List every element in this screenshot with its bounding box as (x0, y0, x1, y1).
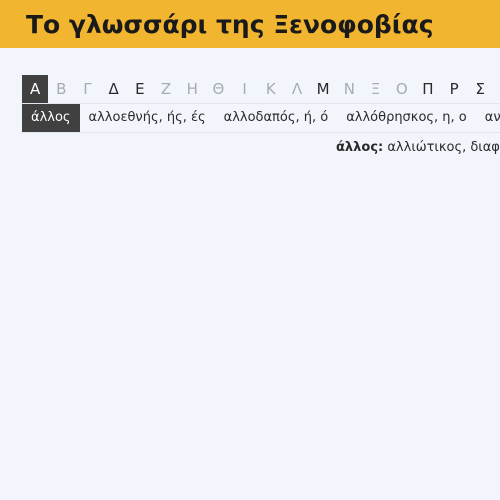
alphabet-letter: Θ (212, 80, 225, 98)
alphabet-nav: ΑΒΓΔΕΖΗΘΙΚΛΜΝΞΟΠΡΣ (22, 75, 500, 103)
alphabet-letter[interactable]: Ε (127, 75, 153, 103)
word-tab[interactable]: άλλος (22, 104, 80, 132)
alphabet-letter[interactable]: Μ (310, 75, 336, 103)
alphabet-letter[interactable]: Α (22, 75, 49, 103)
word-list-divider (22, 132, 500, 133)
alphabet-letter: Ζ (160, 80, 172, 98)
alphabet-letter: Ξ (370, 80, 381, 98)
alphabet-letter[interactable]: Σ (467, 75, 493, 103)
alphabet-letter: Λ (291, 80, 303, 98)
word-tab[interactable]: αλλοδαπός, ή, ό (215, 104, 338, 132)
alphabet-letter: Ο (395, 80, 408, 98)
alphabet-letter: Κ (265, 80, 276, 98)
alphabet-letter[interactable]: Ρ (441, 75, 467, 103)
alphabet-letter: Η (186, 80, 198, 98)
alphabet-letter: Γ (83, 80, 92, 98)
word-definition: άλλος: αλλιώτικος, διαφο (336, 139, 500, 157)
alphabet-letter: Ι (242, 80, 247, 98)
word-list: άλλος αλλοεθνής, ής, ές αλλοδαπός, ή, ό αλλ… (22, 104, 500, 132)
alphabet-letter: Ν (343, 80, 355, 98)
alphabet-letter: Β (56, 80, 67, 98)
definition-term: άλλος: (336, 140, 384, 155)
word-tab[interactable]: ανα (476, 104, 500, 132)
definition-text: αλλιώτικος, διαφο (383, 140, 500, 155)
alphabet-letter[interactable]: Δ (101, 75, 127, 103)
word-tab[interactable]: αλλοεθνής, ής, ές (80, 104, 215, 132)
alphabet-letter[interactable]: Π (415, 75, 441, 103)
word-tab[interactable]: αλλόθρησκος, η, ο (337, 104, 476, 132)
page-title: Το γλωσσάρι της Ξενοφοβίας (26, 10, 434, 39)
app-header: Το γλωσσάρι της Ξενοφοβίας (0, 0, 500, 48)
